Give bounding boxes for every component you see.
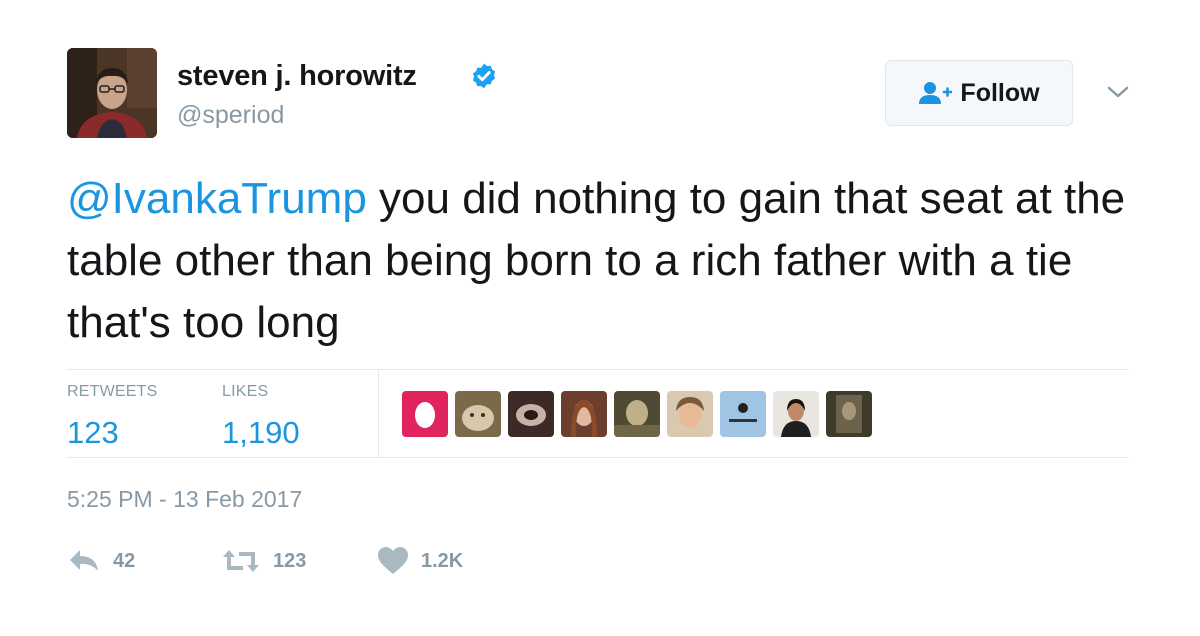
retweets-stat[interactable]: RETWEETS 123	[67, 383, 158, 451]
retweet-button[interactable]: 123	[221, 546, 306, 576]
likes-count: 1,190	[222, 415, 300, 450]
user-handle[interactable]: @speriod	[177, 101, 284, 130]
avatar[interactable]	[67, 48, 157, 138]
reply-count: 42	[113, 549, 136, 572]
likes-stat[interactable]: LIKES 1,190	[222, 383, 300, 451]
liker-avatar-6[interactable]	[667, 391, 713, 437]
chevron-down-icon[interactable]	[1104, 82, 1132, 102]
like-count: 1.2K	[421, 549, 464, 572]
liker-avatar-4[interactable]	[561, 391, 607, 437]
tweet-text: @IvankaTrump you did nothing to gain tha…	[67, 168, 1167, 354]
liker-avatar-5[interactable]	[614, 391, 660, 437]
reply-icon	[70, 550, 98, 571]
add-user-icon	[919, 82, 953, 104]
liker-avatar-1[interactable]	[402, 391, 448, 437]
retweet-icon	[223, 550, 259, 572]
stats-separator	[378, 370, 379, 457]
heart-icon	[378, 547, 408, 574]
follow-button-label: Follow	[960, 78, 1040, 107]
retweets-label: RETWEETS	[67, 383, 158, 400]
divider	[67, 369, 1129, 370]
like-button[interactable]: 1.2K	[377, 546, 463, 576]
likes-label: LIKES	[222, 383, 269, 400]
tweet-timestamp[interactable]: 5:25 PM - 13 Feb 2017	[67, 486, 302, 513]
liker-avatars	[402, 391, 872, 437]
liker-avatar-3[interactable]	[508, 391, 554, 437]
liker-avatar-9[interactable]	[826, 391, 872, 437]
divider	[67, 457, 1129, 458]
retweet-count: 123	[273, 549, 307, 572]
verified-badge-icon	[472, 63, 496, 89]
liker-avatar-8[interactable]	[773, 391, 819, 437]
mention-link[interactable]: @IvankaTrump	[67, 174, 367, 223]
reply-button[interactable]: 42	[67, 546, 135, 576]
follow-button[interactable]: Follow	[885, 60, 1073, 126]
liker-avatar-7[interactable]	[720, 391, 766, 437]
retweets-count: 123	[67, 415, 119, 450]
tweet-card: steven j. horowitz @speriod Follow @Ivan…	[0, 0, 1200, 636]
user-name[interactable]: steven j. horowitz	[177, 60, 417, 93]
liker-avatar-2[interactable]	[455, 391, 501, 437]
